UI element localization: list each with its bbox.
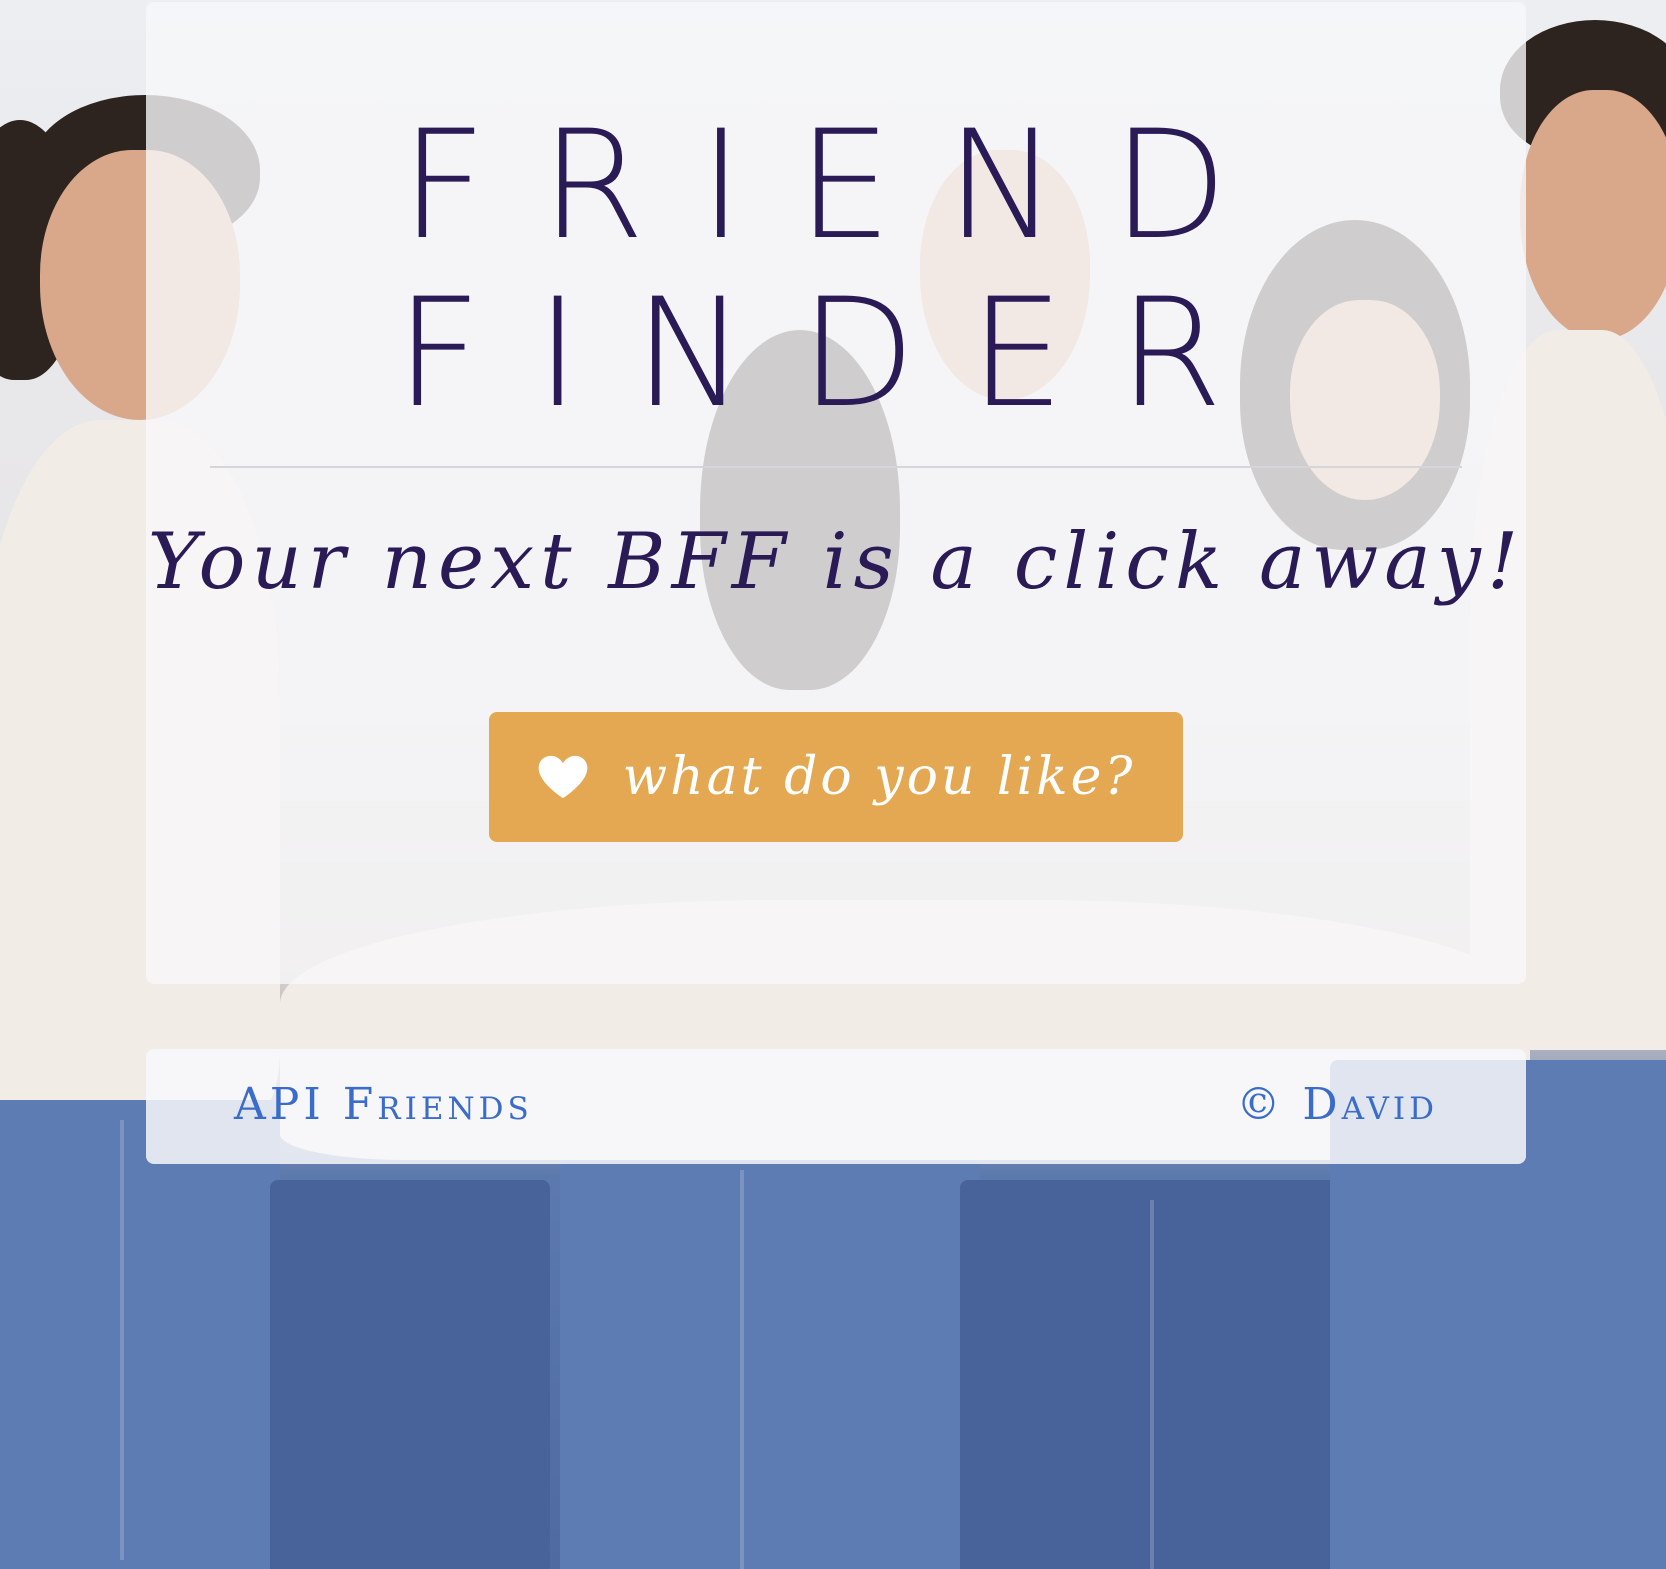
heart-icon xyxy=(538,755,588,799)
survey-button[interactable]: what do you like? xyxy=(489,712,1183,842)
title-line-1: FRIEND xyxy=(400,99,1282,273)
copyright-link[interactable]: © David xyxy=(1236,1077,1438,1133)
page-title: FRIEND FINDER xyxy=(146,102,1526,438)
divider xyxy=(210,466,1462,468)
api-friends-link[interactable]: API Friends xyxy=(234,1077,533,1133)
survey-button-label: what do you like? xyxy=(622,747,1136,807)
tagline: Your next BFF is a click away! xyxy=(147,517,1525,607)
hero-panel: FRIEND FINDER Your next BFF is a click a… xyxy=(146,2,1526,984)
footer: API Friends © David xyxy=(146,1049,1526,1164)
title-line-2: FINDER xyxy=(395,267,1277,441)
